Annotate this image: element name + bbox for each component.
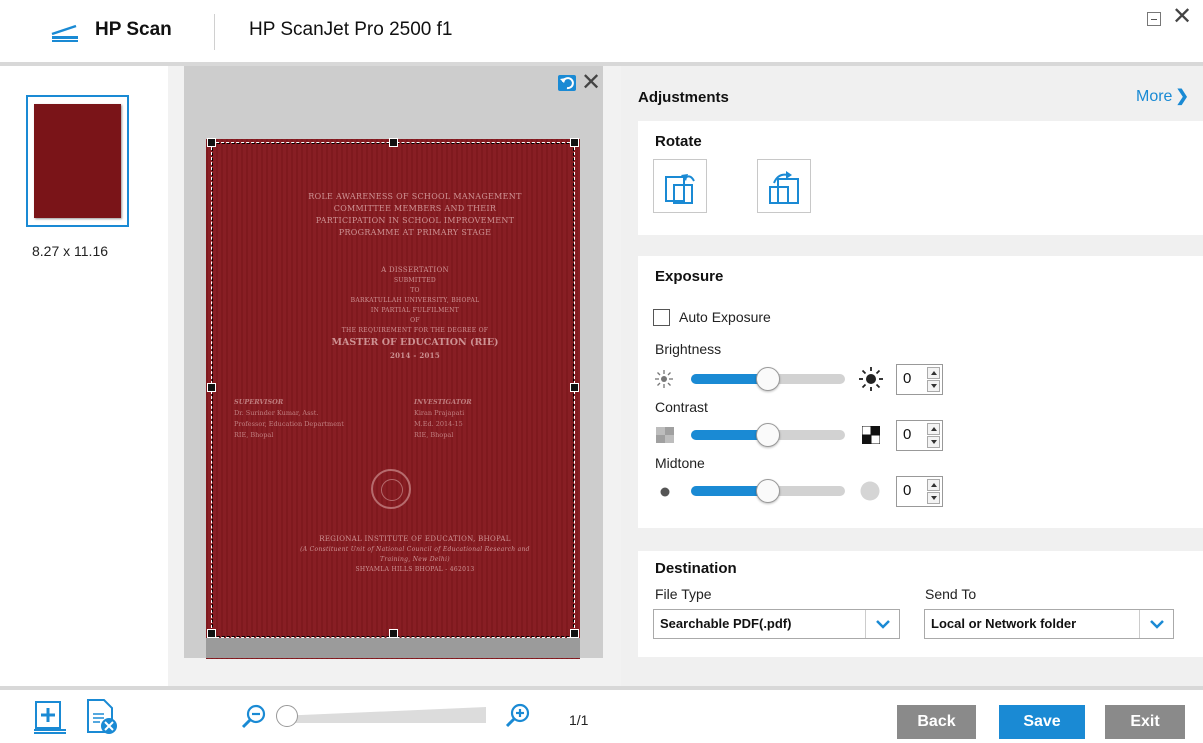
contrast-high-icon [861,425,881,448]
brightness-high-icon [858,366,884,396]
add-page-icon[interactable] [32,700,68,738]
delete-page-icon[interactable] [84,698,120,740]
page-counter: 1/1 [569,712,589,728]
midtone-dark-icon [660,486,670,501]
contrast-slider-thumb[interactable] [756,423,780,447]
scanner-icon [50,24,82,44]
crop-handle-bottom-left[interactable] [207,629,216,638]
zoom-slider[interactable] [284,707,486,723]
contrast-value: 0 [903,426,912,443]
chevron-down-icon [1139,610,1173,638]
contrast-input[interactable]: 0 [896,420,943,451]
exit-button[interactable]: Exit [1105,705,1185,739]
crop-handle-bottom[interactable] [389,629,398,638]
crop-selection[interactable] [211,142,575,638]
chevron-right-icon: ❯ [1175,88,1189,105]
minimize-icon[interactable] [1147,12,1161,26]
auto-exposure-label: Auto Exposure [679,309,771,325]
zoom-in-icon[interactable] [505,703,531,733]
rotate-right-icon [769,171,799,204]
brightness-input[interactable]: 0 [896,364,943,395]
thumbnail-pane: 8.27 x 11.16 [0,66,168,686]
contrast-label: Contrast [655,399,708,415]
midtone-increment-button[interactable] [927,479,940,491]
rotate-title: Rotate [655,133,702,150]
brightness-slider-thumb[interactable] [756,367,780,391]
file-type-value: Searchable PDF(.pdf) [660,616,792,631]
brightness-label: Brightness [655,341,722,357]
zoom-slider-thumb[interactable] [276,705,298,727]
close-icon[interactable]: ✕ [1172,4,1192,28]
undo-icon[interactable] [558,75,576,91]
device-title: HP ScanJet Pro 2500 f1 [249,19,453,40]
save-button[interactable]: Save [999,705,1085,739]
crop-handle-right[interactable] [570,383,579,392]
exposure-title: Exposure [655,268,724,285]
midtone-slider-thumb[interactable] [756,479,780,503]
exposure-card: Exposure Auto Exposure Brightness 0 Cont… [638,256,1203,528]
bottom-toolbar: 1/1 Back Save Exit [0,690,1203,743]
rotate-card: Rotate [638,121,1203,235]
crop-handle-left[interactable] [207,383,216,392]
chevron-down-icon [865,610,899,638]
midtone-value: 0 [903,482,912,499]
crop-handle-top-right[interactable] [570,138,579,147]
more-link[interactable]: More ❯ [1136,86,1189,106]
title-bar: HP Scan HP ScanJet Pro 2500 f1 ✕ [0,0,1203,62]
brightness-increment-button[interactable] [927,367,940,379]
preview-pane: ✕ ROLE AWARENESS OF SCHOOL MANAGEMENT CO… [168,66,621,686]
brightness-decrement-button[interactable] [927,380,940,392]
midtone-light-icon [860,481,880,505]
crop-handle-bottom-right[interactable] [570,629,579,638]
midtone-decrement-button[interactable] [927,492,940,504]
destination-card: Destination File Type Searchable PDF(.pd… [638,551,1203,657]
thumbnail-image [34,104,121,218]
page-thumbnail[interactable] [26,95,129,227]
contrast-low-icon [656,427,674,447]
auto-exposure-checkbox[interactable] [653,309,670,326]
file-type-label: File Type [655,586,712,602]
contrast-decrement-button[interactable] [927,436,940,448]
preview-area: ✕ ROLE AWARENESS OF SCHOOL MANAGEMENT CO… [184,66,603,659]
rotate-left-button[interactable] [653,159,707,213]
send-to-select[interactable]: Local or Network folder [924,609,1174,639]
discard-page-icon[interactable]: ✕ [581,70,601,94]
crop-handle-top[interactable] [389,138,398,147]
destination-title: Destination [655,560,737,577]
more-label: More [1136,88,1173,105]
adjustments-panel: Adjustments More ❯ Rotate Exposure Auto … [621,66,1203,686]
midtone-label: Midtone [655,455,705,471]
app-title: HP Scan [95,19,172,40]
send-to-label: Send To [925,586,977,602]
scanner-bed-edge [206,638,580,658]
rotate-left-icon [665,174,695,204]
zoom-out-icon[interactable] [241,704,267,734]
contrast-increment-button[interactable] [927,423,940,435]
back-button[interactable]: Back [897,705,976,739]
adjustments-title: Adjustments [638,89,729,106]
midtone-input[interactable]: 0 [896,476,943,507]
send-to-value: Local or Network folder [931,616,1077,631]
crop-handle-top-left[interactable] [207,138,216,147]
brightness-value: 0 [903,370,912,387]
brightness-low-icon [654,369,674,393]
rotate-right-button[interactable] [757,159,811,213]
page-size-label: 8.27 x 11.16 [32,243,109,259]
file-type-select[interactable]: Searchable PDF(.pdf) [653,609,900,639]
title-divider [214,14,215,50]
